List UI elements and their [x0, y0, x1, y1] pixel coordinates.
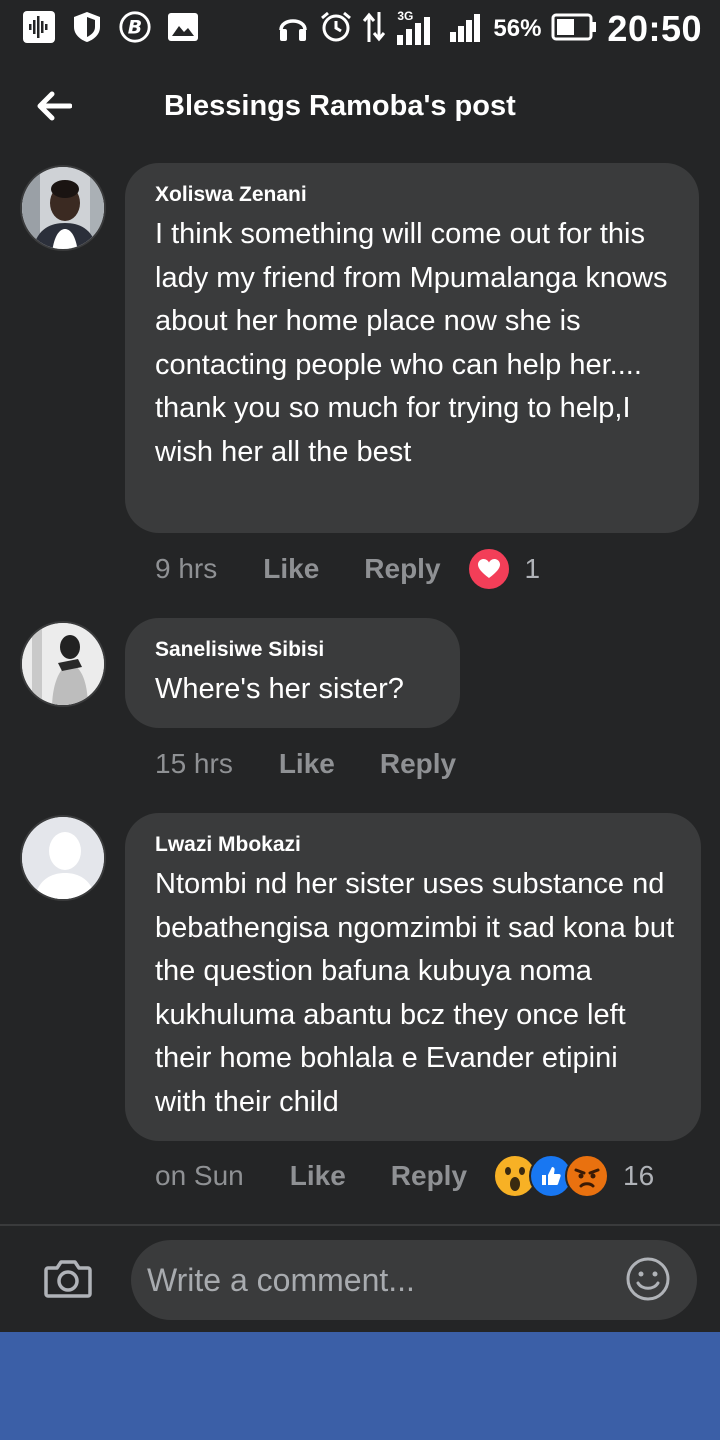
bottom-banner: [0, 1332, 720, 1440]
avatar[interactable]: [20, 165, 106, 251]
page-title: Blessings Ramoba's post: [164, 90, 516, 122]
alarm-icon: [319, 10, 353, 49]
comment-actions: 9 hrs Like Reply 1: [155, 547, 540, 591]
comment-text: Where's her sister?: [155, 673, 404, 705]
comment-text: I think something will come out for this…: [155, 218, 668, 468]
status-bar: B 3G 56% 20:50: [0, 0, 720, 56]
comment-bubble[interactable]: Xoliswa Zenani I think something will co…: [125, 163, 699, 533]
reaction-summary[interactable]: [466, 547, 511, 591]
mobile-signal-icon: 3G: [395, 9, 439, 47]
data-transfer-icon: [363, 10, 386, 49]
comment-author[interactable]: Sanelisiwe Sibisi: [155, 636, 436, 664]
like-button[interactable]: Like: [263, 553, 319, 585]
shield-icon: [70, 10, 104, 44]
voice-recorder-icon: [22, 10, 56, 44]
reaction-count[interactable]: 1: [525, 553, 541, 585]
like-button[interactable]: Like: [290, 1160, 346, 1192]
like-button[interactable]: Like: [279, 748, 335, 780]
divider: [0, 1224, 720, 1226]
arrow-left-icon: [37, 91, 72, 121]
avatar[interactable]: [20, 621, 106, 707]
battery-icon: [551, 12, 597, 47]
angry-reaction-icon: [565, 1154, 610, 1198]
comment-input[interactable]: Write a comment...: [131, 1240, 697, 1320]
reaction-count[interactable]: 16: [623, 1160, 654, 1192]
svg-text:B: B: [128, 17, 142, 39]
comment-text: Ntombi nd her sister uses substance nd b…: [155, 868, 675, 1118]
signal-strength-icon: [449, 10, 483, 49]
love-reaction-icon: [466, 547, 511, 591]
bitcoin-icon: B: [118, 10, 152, 44]
comment-actions: 15 hrs Like Reply: [155, 742, 482, 786]
comment-bubble[interactable]: Sanelisiwe Sibisi Where's her sister?: [125, 618, 460, 728]
reply-button[interactable]: Reply: [391, 1160, 467, 1192]
reply-button[interactable]: Reply: [380, 748, 456, 780]
comment-time[interactable]: on Sun: [155, 1160, 244, 1192]
comment-author[interactable]: Lwazi Mbokazi: [155, 831, 677, 859]
comment-input-placeholder: Write a comment...: [147, 1262, 415, 1298]
reaction-summary[interactable]: [493, 1154, 610, 1198]
comment-actions: on Sun Like Reply 16: [155, 1154, 654, 1198]
avatar[interactable]: [20, 815, 106, 901]
smiley-icon: [626, 1257, 670, 1301]
headphones-icon: [277, 10, 309, 49]
reply-button[interactable]: Reply: [364, 553, 440, 585]
comment-time[interactable]: 15 hrs: [155, 748, 233, 780]
back-button[interactable]: [28, 80, 80, 132]
clock: 20:50: [607, 8, 702, 49]
camera-button[interactable]: [42, 1253, 94, 1305]
emoji-button[interactable]: [625, 1256, 671, 1302]
comment-bubble[interactable]: Lwazi Mbokazi Ntombi nd her sister uses …: [125, 813, 701, 1141]
post-header: Blessings Ramoba's post: [0, 60, 720, 150]
comment-time[interactable]: 9 hrs: [155, 553, 217, 585]
image-icon: [166, 10, 200, 44]
battery-percent: 56%: [493, 15, 542, 42]
comment-author[interactable]: Xoliswa Zenani: [155, 181, 675, 209]
camera-icon: [44, 1260, 92, 1298]
